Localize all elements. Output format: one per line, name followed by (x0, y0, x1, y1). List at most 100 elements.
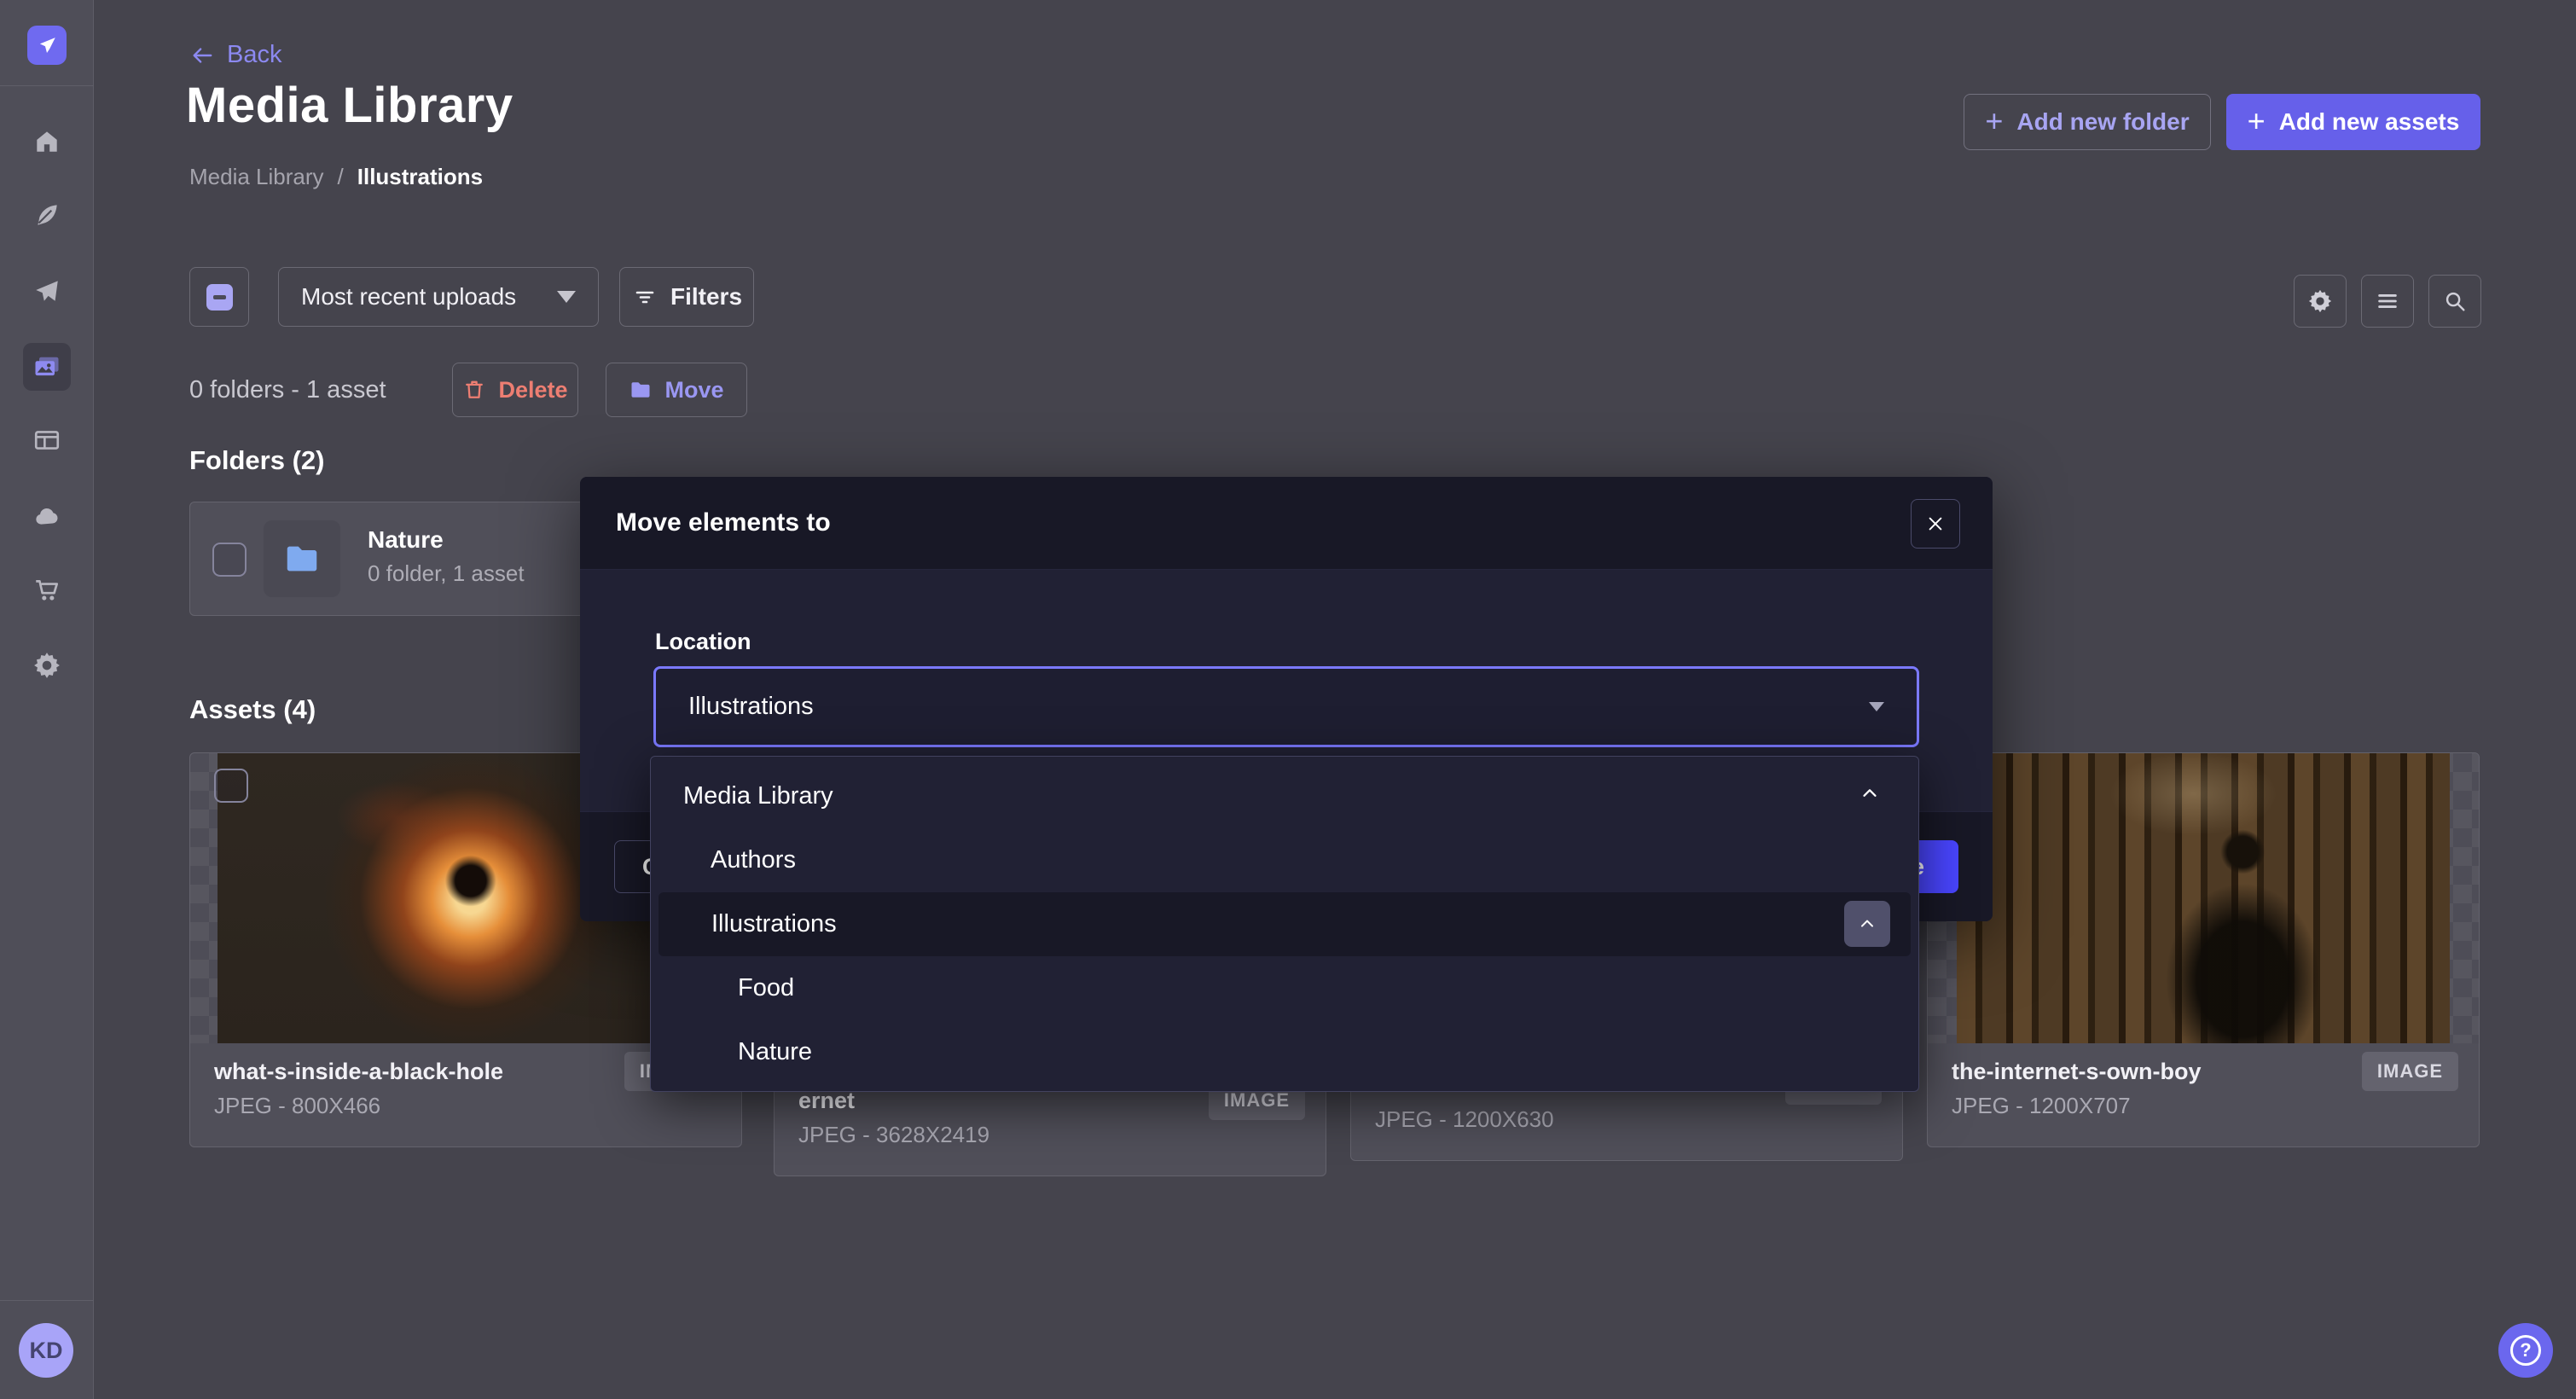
close-icon (1925, 514, 1946, 534)
location-label: Location (655, 629, 751, 655)
asset-type-badge: IMAGE (2362, 1052, 2458, 1091)
sidebar-item-releases[interactable] (23, 267, 71, 315)
view-settings-button[interactable] (2294, 275, 2347, 328)
asset-card-internets-own-boy[interactable]: the-internet-s-own-boy JPEG - 1200X707 I… (1927, 752, 2480, 1147)
folder-icon (629, 378, 653, 402)
gear-icon (32, 651, 61, 680)
chevron-down-icon (557, 291, 576, 303)
assets-heading: Assets (4) (189, 694, 316, 725)
cloud-icon (32, 502, 61, 531)
logo-glyph-icon (36, 34, 58, 56)
folder-checkbox[interactable] (212, 543, 247, 577)
sidebar-item-marketplace[interactable] (23, 566, 71, 614)
sidebar-item-home[interactable] (23, 118, 71, 165)
move-button[interactable]: Move (606, 363, 747, 417)
close-button[interactable] (1911, 499, 1960, 549)
sidebar-divider-bottom (0, 1300, 94, 1301)
sidebar: KD (0, 0, 94, 1399)
filter-icon (631, 283, 659, 311)
asset-meta: JPEG - 1200X707 (1952, 1093, 2131, 1119)
trash-icon (462, 378, 486, 402)
breadcrumb-current: Illustrations (357, 164, 483, 190)
add-new-folder-label: Add new folder (2016, 108, 2189, 136)
filters-label: Filters (670, 283, 742, 311)
tree-item-label: Authors (711, 846, 796, 874)
strapi-logo[interactable] (27, 26, 67, 65)
images-icon (32, 351, 62, 382)
back-label: Back (227, 41, 281, 69)
breadcrumb-separator: / (338, 164, 344, 190)
home-icon (32, 127, 61, 156)
sort-select[interactable]: Most recent uploads (278, 267, 599, 327)
question-icon: ? (2510, 1335, 2541, 1366)
help-button[interactable]: ? (2498, 1323, 2553, 1378)
asset-name: what-s-inside-a-black-hole (214, 1059, 503, 1085)
chevron-up-icon (1857, 914, 1877, 934)
location-tree-dropdown: Media Library Authors Illustrations Food… (650, 756, 1919, 1092)
app-root: KD Back Media Library Media Library / Il… (0, 0, 2576, 1399)
folder-meta: 0 folder, 1 asset (368, 560, 525, 587)
tree-item-label: Food (738, 974, 794, 1002)
add-new-assets-button[interactable]: + Add new assets (2226, 94, 2480, 150)
chevron-down-icon (1869, 702, 1884, 711)
search-button[interactable] (2428, 275, 2481, 328)
sidebar-item-settings[interactable] (23, 641, 71, 689)
indeterminate-checkbox-icon (206, 284, 233, 311)
asset-meta: JPEG - 1200X630 (1375, 1106, 1554, 1133)
asset-meta: JPEG - 3628X2419 (798, 1122, 989, 1148)
folder-tile (264, 520, 340, 597)
location-select[interactable]: Illustrations (653, 666, 1919, 747)
back-arrow-icon (189, 44, 215, 67)
breadcrumb: Media Library / Illustrations (189, 164, 483, 190)
folder-icon (282, 539, 322, 578)
breadcrumb-parent[interactable]: Media Library (189, 164, 324, 190)
library-image (1957, 753, 2450, 1043)
page-title: Media Library (186, 77, 513, 134)
delete-button[interactable]: Delete (452, 363, 578, 417)
asset-checkbox[interactable] (214, 769, 248, 803)
tree-item-label: Illustrations (711, 910, 837, 938)
tree-item-label: Media Library (683, 782, 833, 810)
add-new-folder-button[interactable]: + Add new folder (1964, 94, 2211, 150)
tree-item-food[interactable]: Food (651, 956, 1918, 1020)
selection-summary: 0 folders - 1 asset (189, 363, 386, 417)
plus-icon: + (2248, 106, 2266, 136)
avatar[interactable]: KD (19, 1323, 73, 1378)
sidebar-item-content-manager[interactable] (23, 416, 71, 464)
add-new-assets-label: Add new assets (2279, 108, 2460, 136)
tree-item-illustrations[interactable]: Illustrations (659, 892, 1911, 956)
list-view-button[interactable] (2361, 275, 2414, 328)
sidebar-divider (0, 85, 94, 86)
location-value: Illustrations (688, 693, 814, 721)
asset-meta: JPEG - 800X466 (214, 1093, 380, 1119)
move-label: Move (664, 377, 723, 403)
asset-thumbnail (1928, 753, 2479, 1043)
sort-value: Most recent uploads (301, 283, 516, 311)
modal-header: Move elements to (580, 477, 1993, 570)
chevron-up-icon[interactable] (1859, 782, 1881, 811)
select-all-checkbox[interactable] (189, 267, 249, 327)
list-icon (2375, 288, 2400, 314)
plus-icon: + (1985, 106, 2003, 136)
sidebar-item-deploy[interactable] (23, 492, 71, 540)
tree-item-nature[interactable]: Nature (651, 1020, 1918, 1084)
sidebar-item-media-library[interactable] (23, 343, 71, 391)
folder-name[interactable]: Nature (368, 526, 444, 554)
feather-icon (32, 200, 61, 229)
tree-item-authors[interactable]: Authors (651, 828, 1918, 892)
send-icon (32, 276, 61, 305)
layout-icon (32, 426, 61, 455)
modal-title: Move elements to (616, 508, 831, 537)
delete-label: Delete (498, 377, 567, 403)
folders-heading: Folders (2) (189, 445, 324, 476)
tree-item-label: Nature (738, 1038, 812, 1066)
gear-icon (2307, 288, 2333, 314)
asset-name: the-internet-s-own-boy (1952, 1059, 2201, 1085)
cart-icon (32, 576, 61, 605)
filters-button[interactable]: Filters (619, 267, 754, 327)
collapse-button[interactable] (1844, 901, 1890, 947)
back-link[interactable]: Back (189, 41, 281, 69)
tree-item-media-library[interactable]: Media Library (651, 764, 1918, 828)
search-icon (2442, 288, 2468, 314)
sidebar-item-content-builder[interactable] (23, 191, 71, 239)
